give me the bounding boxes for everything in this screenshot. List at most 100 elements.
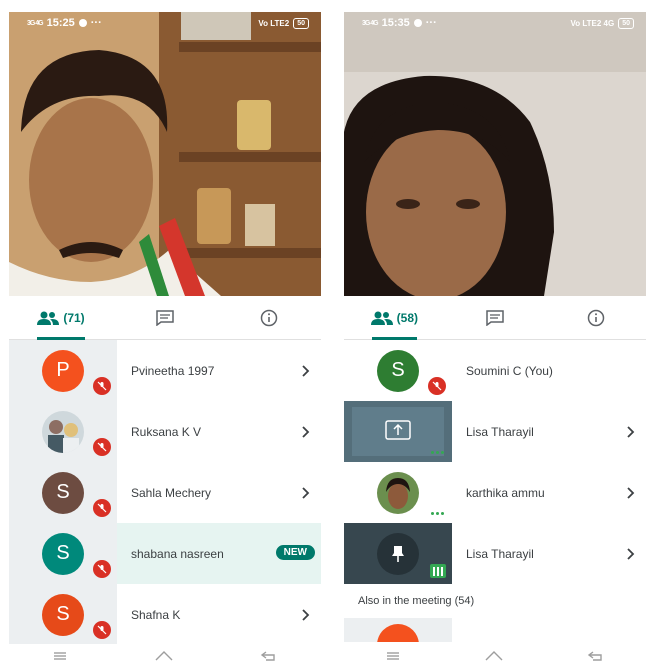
mic-off-icon [93,621,111,639]
tab-people[interactable]: (71) [9,296,113,340]
participant-video-image [9,12,321,296]
chevron-right-icon[interactable] [616,462,646,523]
participant-name: Lisa Tharayil [466,546,534,561]
participant-row[interactable] [344,618,646,642]
chat-icon [156,309,174,326]
menu-nav-icon[interactable] [52,651,68,661]
avatar: S [42,593,84,636]
pin-avatar [377,532,419,575]
info-icon [260,309,278,326]
battery-icon: 50 [618,17,634,29]
chevron-right-icon[interactable] [291,401,321,462]
status-time: 15:35 [381,17,410,29]
participant-thumb: P [9,340,117,401]
participant-name: karthika ammu [466,485,545,500]
participant-thumb [344,401,452,462]
chevron-right-icon[interactable] [291,462,321,523]
people-icon [370,311,393,325]
participant-thumb: S [344,340,452,401]
avatar: S [377,349,419,392]
tab-chat[interactable] [113,296,217,339]
participant-row[interactable]: S shabana nasreen NEW [9,523,321,584]
back-nav-icon[interactable] [260,650,278,662]
mic-off-icon [93,499,111,517]
participant-video-image [344,12,646,296]
participant-row[interactable]: S Shafna K [9,584,321,645]
participant-row[interactable]: S Soumini C (You) [344,340,646,401]
tab-info[interactable] [545,296,646,339]
participant-name: Sahla Mechery [131,485,212,500]
participant-row[interactable]: P Pvineetha 1997 [9,340,321,401]
participant-thumb: S [9,584,117,645]
chat-icon [486,309,504,326]
avatar-photo [377,471,419,514]
right-phone-screen: 3G 4G 15:35 ··· Vo LTE2 4G 50 (58) S Sou… [344,12,646,668]
people-icon [37,311,60,325]
participant-row[interactable]: karthika ammu [344,462,646,523]
main-video[interactable]: 3G 4G 15:25 ··· Vo LTE2 50 [9,12,321,296]
participant-list: P Pvineetha 1997 Ruksana K V S Sahla Mec… [9,340,321,645]
people-count: (71) [63,310,85,325]
participant-thumb: S [9,523,117,584]
avatar [377,624,419,642]
participant-row[interactable]: S Sahla Mechery [9,462,321,523]
info-icon [587,309,604,326]
battery-icon: 50 [293,17,309,29]
avatar: P [42,349,84,392]
tab-chat[interactable] [445,296,546,339]
notification-icon [413,19,422,27]
more-dots-icon [431,512,444,515]
mic-off-icon [93,438,111,456]
participant-name: Shafna K [131,607,181,622]
audio-level-icon [430,564,446,578]
android-nav-bar [344,644,646,668]
participant-name: Ruksana K V [131,424,202,439]
participant-thumb [344,462,452,523]
signal-indicator: 3G 4G [27,19,44,27]
back-nav-icon[interactable] [587,650,605,662]
left-phone-screen: 3G 4G 15:25 ··· Vo LTE2 50 (71) P Pvinee… [9,12,321,668]
android-nav-bar [9,644,321,668]
people-count: (58) [396,310,418,325]
participant-thumb [9,401,117,462]
meeting-tabs: (58) [344,296,646,340]
status-bar: 3G 4G 15:35 ··· Vo LTE2 4G 50 [344,12,646,34]
participant-name: Pvineetha 1997 [131,363,215,378]
status-time: 15:25 [46,17,75,29]
signal-indicator: 3G 4G [362,19,379,27]
participant-row[interactable]: Lisa Tharayil [344,401,646,462]
network-label: Vo LTE2 4G [570,18,615,28]
participant-thumb: S [9,462,117,523]
network-label: Vo LTE2 [258,18,290,28]
tab-info[interactable] [217,296,321,339]
mic-off-icon [93,560,111,578]
new-badge: NEW [275,545,315,560]
notification-icon [78,19,87,27]
main-video[interactable]: 3G 4G 15:35 ··· Vo LTE2 4G 50 [344,12,646,296]
chevron-right-icon[interactable] [616,401,646,462]
tab-people[interactable]: (58) [344,296,445,340]
home-nav-icon[interactable] [154,650,174,662]
participant-name: Soumini C (You) [466,363,553,378]
also-in-meeting-heading: Also in the meeting (54) [358,595,475,607]
mic-off-icon [93,377,111,395]
meeting-tabs: (71) [9,296,321,340]
participant-row[interactable]: Ruksana K V [9,401,321,462]
participant-list: S Soumini C (You) Lisa Tharayil karthika… [344,340,646,642]
status-bar: 3G 4G 15:25 ··· Vo LTE2 50 [9,12,321,34]
avatar: S [42,532,84,575]
chevron-right-icon[interactable] [291,340,321,401]
pin-icon [392,545,404,562]
menu-nav-icon[interactable] [385,651,401,661]
more-status-icon: ··· [90,17,102,29]
home-nav-icon[interactable] [484,650,504,662]
chevron-right-icon[interactable] [291,584,321,645]
participant-thumb [344,618,452,642]
more-status-icon: ··· [425,17,437,29]
chevron-right-icon[interactable] [616,523,646,584]
avatar-photo [42,410,84,453]
participant-thumb [344,523,452,584]
mic-off-icon [428,377,446,395]
participant-row[interactable]: Lisa Tharayil [344,523,646,584]
more-dots-icon [431,451,444,454]
